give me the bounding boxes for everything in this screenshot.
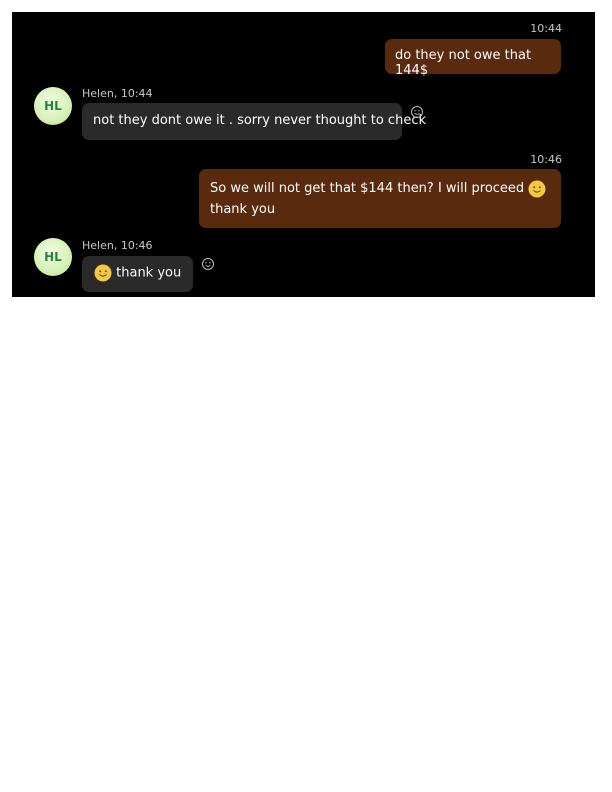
slightly-smiling-face-emoji	[528, 180, 546, 197]
avatar[interactable]: HL	[34, 238, 72, 276]
sender-name-time: Helen, 10:46	[82, 239, 153, 252]
message-timestamp: 10:46	[530, 153, 562, 166]
outgoing-message-bubble[interactable]: do they not owe that 144$	[385, 39, 561, 78]
emoji-reaction-icon[interactable]	[201, 257, 215, 271]
message-text: thank you	[116, 265, 182, 281]
slightly-smiling-face-emoji	[94, 264, 112, 282]
chat-thread: 10:44 do they not owe that 144$ HL Helen…	[12, 12, 595, 297]
incoming-message-bubble[interactable]: not they dont owe it . sorry never thoug…	[82, 103, 426, 140]
message-text-line-2: thank you	[210, 202, 276, 217]
incoming-message-bubble[interactable]: thank you	[82, 256, 193, 292]
outgoing-message-bubble[interactable]: So we will not get that $144 then? I wil…	[199, 169, 561, 228]
message-text-line-1: So we will not get that $144 then? I wil…	[210, 181, 525, 196]
message-text: do they not owe that 144$	[395, 48, 532, 78]
sender-name-time: Helen, 10:44	[82, 87, 153, 100]
message-timestamp: 10:44	[530, 22, 562, 35]
emoji-reaction-icon[interactable]	[410, 105, 424, 119]
message-text: not they dont owe it . sorry never thoug…	[93, 113, 426, 128]
avatar[interactable]: HL	[34, 87, 72, 125]
